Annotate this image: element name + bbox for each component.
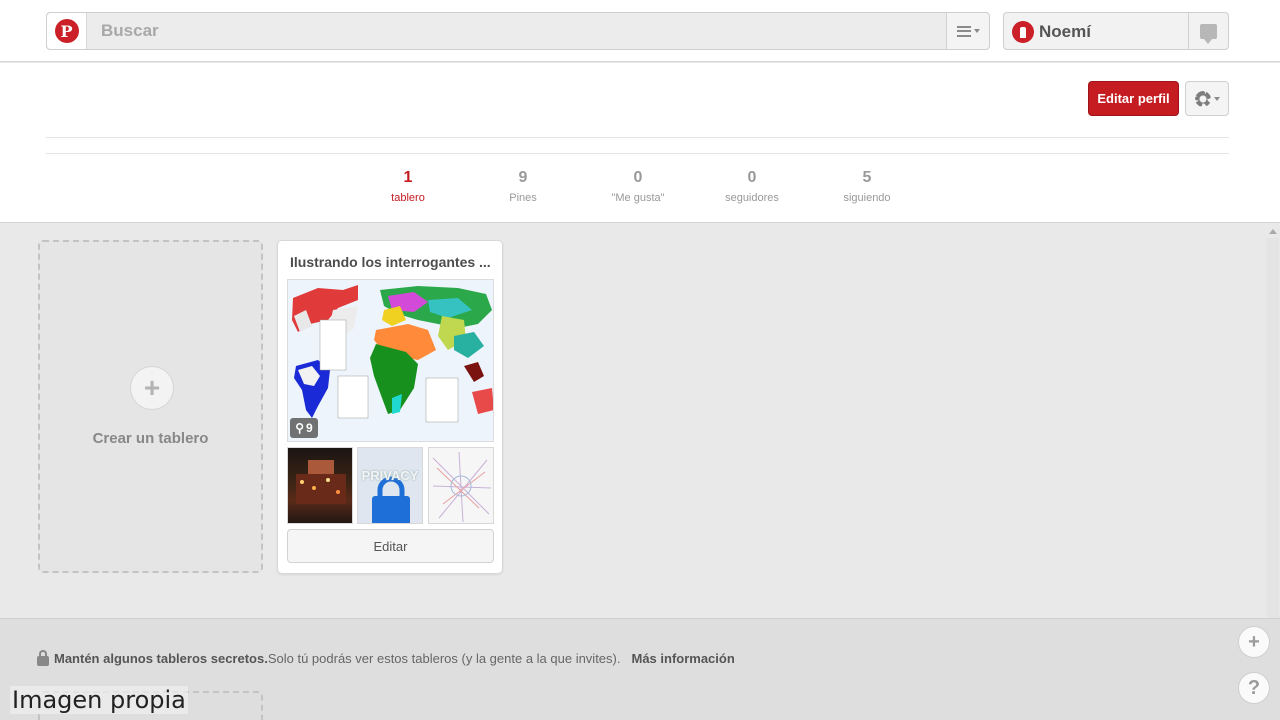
profile-section: Editar perfil 1 tablero 9 Pines 0 "Me gu…: [0, 63, 1280, 223]
lock-icon: [37, 650, 49, 666]
create-board-card[interactable]: + Crear un tablero: [38, 240, 263, 573]
board-thumbnail[interactable]: [428, 447, 494, 524]
night-scene-image: [296, 460, 346, 504]
categories-menu-button[interactable]: [946, 13, 989, 49]
padlock-image: [372, 476, 410, 523]
stat-value: 9: [518, 169, 528, 186]
scrollbar[interactable]: [1267, 238, 1279, 618]
pin-count-badge: ⚲ 9: [290, 418, 318, 438]
notifications-icon: [1200, 23, 1217, 44]
stat-following[interactable]: 5 siguiendo: [812, 169, 922, 204]
edit-profile-button[interactable]: Editar perfil: [1088, 81, 1179, 116]
stat-pins[interactable]: 9 Pines: [468, 169, 578, 204]
stat-label: Pines: [509, 192, 537, 204]
board-card[interactable]: Ilustrando los interrogantes ... ⚲ 9 PRI…: [277, 240, 503, 574]
secret-boards-heading: Mantén algunos tableros secretos.: [54, 650, 268, 666]
stat-label: seguidores: [725, 192, 779, 204]
user-pin-icon[interactable]: [1012, 21, 1034, 43]
search-input[interactable]: [91, 13, 947, 49]
world-map-image: [288, 280, 493, 441]
stat-followers[interactable]: 0 seguidores: [697, 169, 807, 204]
divider: [46, 137, 1229, 138]
stat-label: tablero: [391, 192, 425, 204]
secret-boards-section: Mantén algunos tableros secretos. Solo t…: [0, 618, 1280, 720]
edit-board-button[interactable]: Editar: [287, 529, 494, 563]
top-header: P Noemí: [0, 0, 1280, 62]
board-thumbnail[interactable]: [287, 447, 353, 524]
stat-label: siguiendo: [843, 192, 891, 204]
pin-count-value: 9: [306, 421, 313, 435]
privacy-text: PRIVACY: [361, 468, 419, 483]
stat-label: "Me gusta": [611, 192, 665, 204]
add-pin-button[interactable]: +: [1238, 626, 1270, 658]
user-menu: Noemí: [1003, 12, 1229, 50]
board-cover-image[interactable]: [287, 279, 494, 442]
image-credit-caption: Imagen propia: [10, 686, 188, 714]
diagram-image: [432, 451, 492, 523]
notifications-button[interactable]: [1188, 13, 1228, 49]
pinterest-logo-icon: P: [54, 19, 79, 43]
chevron-down-icon: [1213, 96, 1220, 101]
divider: [46, 153, 1229, 154]
stat-value: 0: [747, 169, 757, 186]
scroll-up-arrow-icon[interactable]: [1269, 229, 1277, 234]
secret-boards-info: Mantén algunos tableros secretos. Solo t…: [37, 650, 735, 666]
plus-icon: +: [130, 366, 174, 410]
stat-likes[interactable]: 0 "Me gusta": [583, 169, 693, 204]
stat-value: 5: [862, 169, 872, 186]
search-bar: P: [46, 12, 990, 50]
pinterest-logo-button[interactable]: P: [47, 13, 87, 49]
board-title[interactable]: Ilustrando los interrogantes ...: [290, 254, 491, 270]
menu-icon: [956, 25, 971, 37]
create-board-label: Crear un tablero: [92, 430, 209, 447]
stat-value: 0: [633, 169, 643, 186]
settings-button[interactable]: [1185, 81, 1229, 116]
more-info-link[interactable]: Más información: [631, 651, 734, 666]
gear-icon: [1194, 90, 1211, 107]
help-button[interactable]: ?: [1238, 672, 1270, 704]
board-thumbnail[interactable]: PRIVACY: [357, 447, 423, 524]
chevron-down-icon: [973, 29, 980, 33]
user-name-link[interactable]: Noemí: [1039, 22, 1091, 42]
stat-value: 1: [403, 169, 413, 186]
stat-boards[interactable]: 1 tablero: [353, 169, 463, 204]
pin-icon: ⚲: [295, 421, 305, 435]
secret-boards-text: Solo tú podrás ver estos tableros (y la …: [267, 650, 621, 666]
